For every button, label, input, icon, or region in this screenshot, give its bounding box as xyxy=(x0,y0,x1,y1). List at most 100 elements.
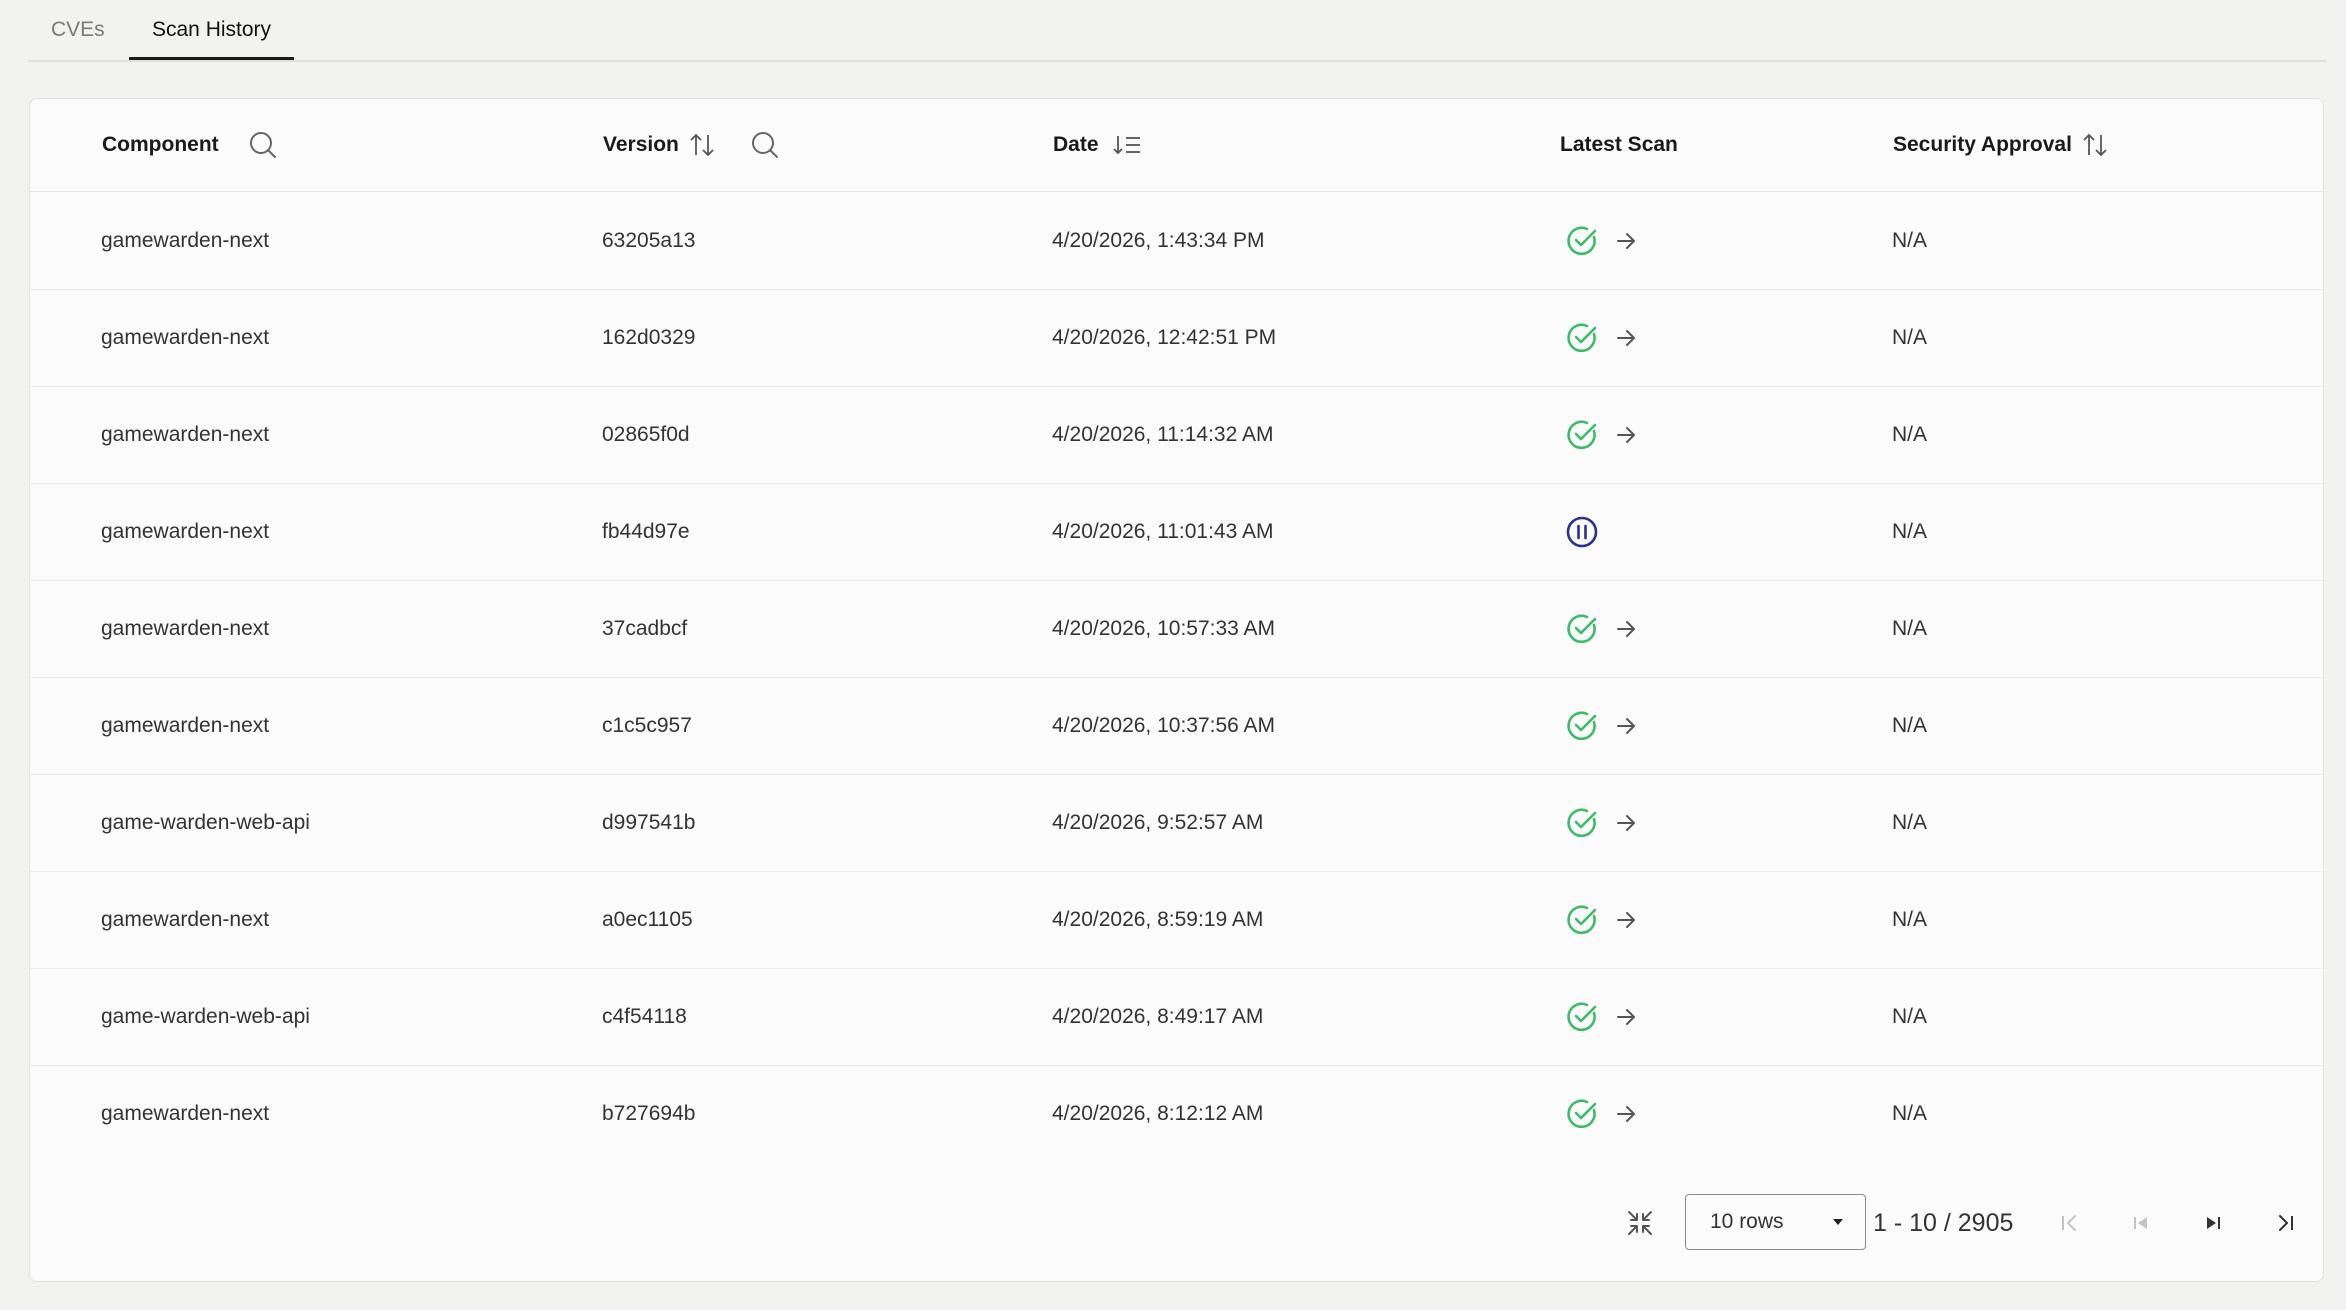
table-row[interactable]: game-warden-web-api d997541b 4/20/2026, … xyxy=(30,774,2323,872)
table-row[interactable]: gamewarden-next 63205a13 4/20/2026, 1:43… xyxy=(30,192,2323,290)
first-page-icon[interactable] xyxy=(2048,1201,2092,1245)
chevron-down-icon xyxy=(1833,1219,1843,1225)
arrow-right-icon[interactable] xyxy=(1615,909,1637,931)
arrow-right-icon[interactable] xyxy=(1615,812,1637,834)
cell-component: gamewarden-next xyxy=(101,713,270,737)
check-circle-icon xyxy=(1565,709,1599,743)
pagination-range: 1 - 10 / 2905 xyxy=(1873,1209,2014,1237)
arrow-right-icon[interactable] xyxy=(1615,618,1637,640)
cell-version: a0ec1105 xyxy=(602,907,693,931)
column-label-date: Date xyxy=(1053,133,1099,156)
cell-date: 4/20/2026, 10:57:33 AM xyxy=(1052,616,1276,640)
table-row[interactable]: gamewarden-next 02865f0d 4/20/2026, 11:1… xyxy=(30,386,2323,484)
table-header: Component Version Date Latest Scan Secur… xyxy=(30,99,2323,192)
cell-date: 4/20/2026, 10:37:56 AM xyxy=(1052,713,1276,737)
table-row[interactable]: gamewarden-next 37cadbcf 4/20/2026, 10:5… xyxy=(30,580,2323,678)
cell-latest-scan xyxy=(1565,1065,1637,1162)
arrow-right-icon[interactable] xyxy=(1615,715,1637,737)
table-row[interactable]: gamewarden-next c1c5c957 4/20/2026, 10:3… xyxy=(30,677,2323,775)
cell-component: gamewarden-next xyxy=(101,616,270,640)
cell-date: 4/20/2026, 11:14:32 AM xyxy=(1052,422,1274,446)
cell-security-approval: N/A xyxy=(1892,1101,1928,1125)
column-header-date: Date xyxy=(1053,99,1141,191)
cell-security-approval: N/A xyxy=(1892,810,1928,834)
cell-component: game-warden-web-api xyxy=(101,810,310,834)
cell-security-approval: N/A xyxy=(1892,907,1928,931)
arrow-right-icon[interactable] xyxy=(1615,327,1637,349)
cell-date: 4/20/2026, 8:59:19 AM xyxy=(1052,907,1264,931)
cell-component: gamewarden-next xyxy=(101,325,270,349)
cell-security-approval: N/A xyxy=(1892,713,1928,737)
column-label-latest-scan: Latest Scan xyxy=(1560,133,1678,156)
column-header-latest-scan: Latest Scan xyxy=(1560,99,1678,191)
search-icon[interactable] xyxy=(751,131,779,159)
rows-per-page-value: 10 rows xyxy=(1710,1210,1784,1233)
column-header-component: Component xyxy=(102,99,277,191)
column-label-security-approval: Security Approval xyxy=(1893,133,2072,156)
column-header-version: Version xyxy=(603,99,779,191)
check-circle-icon xyxy=(1565,903,1599,937)
cell-latest-scan xyxy=(1565,871,1637,968)
column-label-version: Version xyxy=(603,133,679,156)
check-circle-icon xyxy=(1565,321,1599,355)
cell-latest-scan xyxy=(1565,289,1637,386)
tab-cves[interactable]: CVEs xyxy=(51,0,105,60)
check-circle-icon xyxy=(1565,418,1599,452)
arrow-right-icon[interactable] xyxy=(1615,424,1637,446)
arrow-right-icon[interactable] xyxy=(1615,1006,1637,1028)
column-header-security-approval: Security Approval xyxy=(1893,99,2108,191)
cell-version: 37cadbcf xyxy=(602,616,688,640)
next-page-icon[interactable] xyxy=(2191,1201,2235,1245)
sort-icon[interactable] xyxy=(2082,131,2108,159)
cell-security-approval: N/A xyxy=(1892,1004,1928,1028)
cell-latest-scan xyxy=(1565,386,1637,483)
sort-icon[interactable] xyxy=(689,131,715,159)
cell-component: gamewarden-next xyxy=(101,907,270,931)
cell-security-approval: N/A xyxy=(1892,325,1928,349)
cell-latest-scan xyxy=(1565,968,1637,1065)
cell-version: c1c5c957 xyxy=(602,713,692,737)
cell-latest-scan xyxy=(1565,774,1637,871)
cell-version: 63205a13 xyxy=(602,228,696,252)
cell-latest-scan xyxy=(1565,483,1599,580)
pause-circle-icon xyxy=(1565,515,1599,549)
table-row[interactable]: gamewarden-next 162d0329 4/20/2026, 12:4… xyxy=(30,289,2323,387)
check-circle-icon xyxy=(1565,224,1599,258)
check-circle-icon xyxy=(1565,612,1599,646)
previous-page-icon[interactable] xyxy=(2119,1201,2163,1245)
cell-security-approval: N/A xyxy=(1892,228,1928,252)
cell-component: gamewarden-next xyxy=(101,422,270,446)
cell-date: 4/20/2026, 8:49:17 AM xyxy=(1052,1004,1264,1028)
table-row[interactable]: gamewarden-next a0ec1105 4/20/2026, 8:59… xyxy=(30,871,2323,969)
check-circle-icon xyxy=(1565,1097,1599,1131)
check-circle-icon xyxy=(1565,806,1599,840)
cell-date: 4/20/2026, 12:42:51 PM xyxy=(1052,325,1277,349)
cell-date: 4/20/2026, 1:43:34 PM xyxy=(1052,228,1265,252)
table-row[interactable]: gamewarden-next fb44d97e 4/20/2026, 11:0… xyxy=(30,483,2323,581)
cell-version: 162d0329 xyxy=(602,325,696,349)
cell-version: 02865f0d xyxy=(602,422,690,446)
cell-version: b727694b xyxy=(602,1101,696,1125)
table-row[interactable]: game-warden-web-api c4f54118 4/20/2026, … xyxy=(30,968,2323,1066)
search-icon[interactable] xyxy=(249,131,277,159)
cell-latest-scan xyxy=(1565,580,1637,677)
cell-latest-scan xyxy=(1565,192,1637,289)
column-label-component: Component xyxy=(102,133,219,156)
table-row[interactable]: gamewarden-next b727694b 4/20/2026, 8:12… xyxy=(30,1065,2323,1162)
tab-scan-history[interactable]: Scan History xyxy=(129,0,295,60)
last-page-icon[interactable] xyxy=(2263,1201,2307,1245)
arrow-right-icon[interactable] xyxy=(1615,230,1637,252)
cell-version: c4f54118 xyxy=(602,1004,687,1028)
cell-date: 4/20/2026, 8:12:12 AM xyxy=(1052,1101,1264,1125)
cell-version: d997541b xyxy=(602,810,696,834)
collapse-icon[interactable] xyxy=(1618,1201,1662,1245)
sort-descending-icon[interactable] xyxy=(1112,133,1141,157)
cell-date: 4/20/2026, 9:52:57 AM xyxy=(1052,810,1264,834)
cell-component: gamewarden-next xyxy=(101,228,270,252)
arrow-right-icon[interactable] xyxy=(1615,1103,1637,1125)
cell-component: gamewarden-next xyxy=(101,1101,270,1125)
cell-component: gamewarden-next xyxy=(101,519,270,543)
cell-date: 4/20/2026, 11:01:43 AM xyxy=(1052,519,1274,543)
cell-version: fb44d97e xyxy=(602,519,690,543)
rows-per-page-select[interactable]: 10 rows xyxy=(1685,1194,1866,1250)
